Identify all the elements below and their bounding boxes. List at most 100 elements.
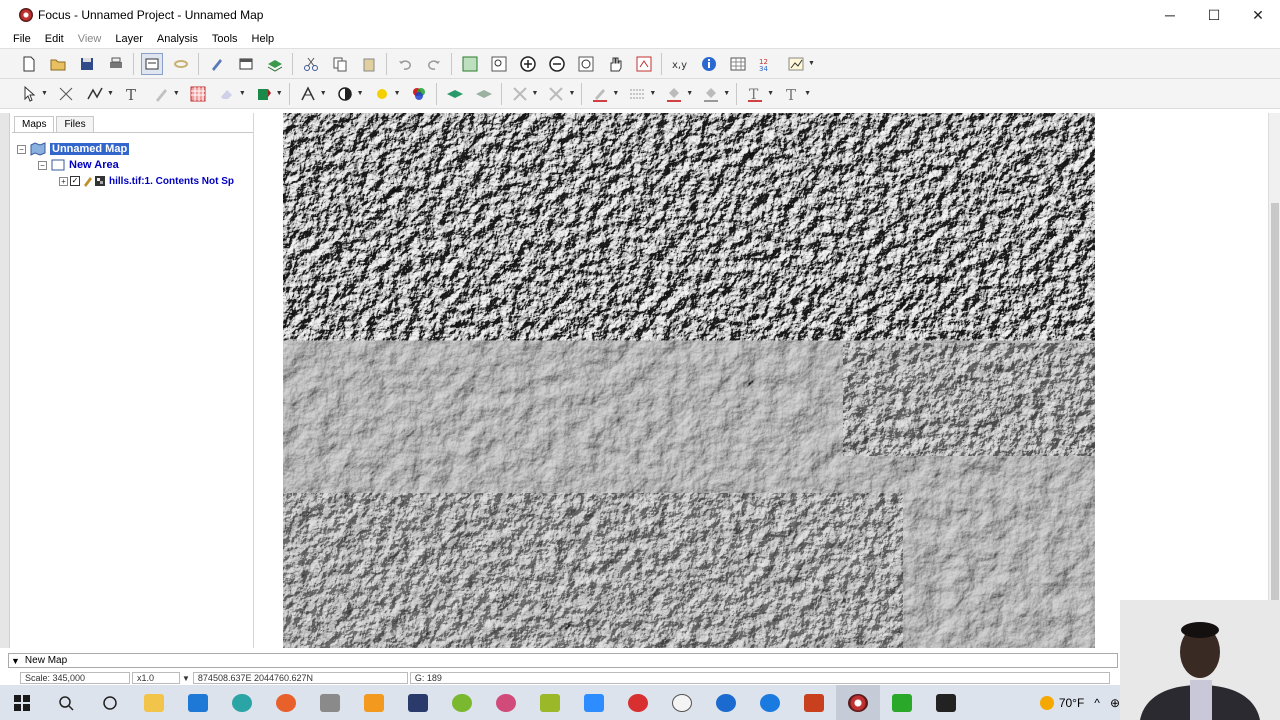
rgb-icon[interactable] [408,83,430,105]
grid-icon[interactable] [187,83,209,105]
chevron-down-icon[interactable]: ▼ [649,90,656,97]
tree-node-map[interactable]: − Unnamed Map [12,141,253,157]
chevron-down-icon[interactable]: ▼ [532,90,539,97]
c-icon[interactable] [924,685,968,720]
menu-analysis[interactable]: Analysis [151,33,204,45]
text-style-icon[interactable]: T [781,83,803,105]
weather-temperature[interactable]: 70°F [1059,696,1084,710]
chevron-down-icon[interactable]: ▼ [723,90,730,97]
windows-start-button[interactable] [0,685,44,720]
menu-edit[interactable]: Edit [39,33,70,45]
app-icon[interactable] [396,685,440,720]
app-icon[interactable] [528,685,572,720]
zoom-icon[interactable] [572,685,616,720]
measure-icon[interactable] [297,83,319,105]
zoom-window-icon[interactable] [488,53,510,75]
chevron-down-icon[interactable]: ▼ [394,90,401,97]
menu-help[interactable]: Help [246,33,281,45]
polyline-icon[interactable] [84,83,106,105]
layer-green-icon[interactable] [444,83,466,105]
text-color-icon[interactable]: T [744,83,766,105]
zoom-selection-icon[interactable] [575,53,597,75]
chevron-down-icon[interactable]: ▼ [11,656,20,666]
layers-icon[interactable] [264,53,286,75]
map-view[interactable] [256,113,1266,648]
info-icon[interactable] [698,53,720,75]
collapse-icon[interactable]: − [38,160,47,170]
tree-node-layer[interactable]: + ✓ hills.tif:1. Contents Not Sp [12,173,253,189]
fill-color-icon[interactable] [253,83,275,105]
app-icon[interactable] [748,685,792,720]
tree-node-area[interactable]: − New Area [12,157,253,173]
pan-hand-icon[interactable] [604,53,626,75]
paste-icon[interactable] [358,53,380,75]
green-icon[interactable] [440,685,484,720]
contrast-icon[interactable] [334,83,356,105]
chevron-down-icon[interactable]: ▼ [173,90,180,97]
zoom-in-icon[interactable] [517,53,539,75]
refresh-map-icon[interactable] [633,53,655,75]
chevron-down-icon[interactable]: ▼ [320,90,327,97]
firefox-icon[interactable] [264,685,308,720]
chevron-down-icon[interactable]: ▼ [804,90,811,97]
cut-icon[interactable] [300,53,322,75]
tab-maps[interactable]: Maps [14,116,55,132]
collapse-icon[interactable]: − [17,144,26,154]
layout-icon[interactable] [141,52,163,75]
text-tool-icon[interactable]: T [121,83,143,105]
undo-icon[interactable] [394,53,416,75]
brush-icon[interactable] [150,83,172,105]
focus-icon[interactable] [836,685,880,720]
chart-tool-icon[interactable] [785,53,807,75]
line-style-icon[interactable] [626,83,648,105]
powerpoint-icon[interactable] [792,685,836,720]
cortana-icon[interactable] [88,685,132,720]
chevron-down-icon[interactable]: ▼ [107,90,114,97]
pen-color-icon[interactable] [589,83,611,105]
chevron-down-icon[interactable]: ▼ [357,90,364,97]
fill-bucket-icon[interactable] [663,83,685,105]
layer-gray-icon[interactable] [473,83,495,105]
green-c-icon[interactable] [880,685,924,720]
print-icon[interactable] [105,53,127,75]
tab-files[interactable]: Files [56,116,94,132]
copy-icon[interactable] [329,53,351,75]
chevron-down-icon[interactable]: ▼ [568,90,575,97]
pointer-icon[interactable] [18,83,40,105]
expand-icon[interactable]: + [59,176,68,186]
sun-icon[interactable] [371,83,393,105]
globe-icon[interactable] [220,685,264,720]
sort-icon[interactable]: 12 34 [756,53,778,75]
app-icon[interactable] [704,685,748,720]
save-icon[interactable] [76,53,98,75]
chevron-down-icon[interactable]: ▼ [767,90,774,97]
open-folder-icon[interactable] [47,53,69,75]
app-icon[interactable] [308,685,352,720]
chevron-down-icon[interactable]: ▼ [612,90,619,97]
menu-file[interactable]: File [7,33,37,45]
window-icon[interactable] [235,53,257,75]
weather-icon[interactable] [1039,695,1054,710]
eraser-icon[interactable] [216,83,238,105]
app-icon[interactable] [660,685,704,720]
minimize-button[interactable]: ─ [1148,0,1192,30]
lm-icon[interactable] [352,685,396,720]
new-file-icon[interactable] [18,53,40,75]
maximize-button[interactable]: ☐ [1192,0,1236,30]
coordinate-icon[interactable]: x,y [669,53,691,75]
vector-tool-icon[interactable] [545,83,567,105]
file-explorer-icon[interactable] [132,685,176,720]
zoom-extent-icon[interactable] [459,53,481,75]
network-icon[interactable]: ⊕ [1110,696,1120,710]
chevron-down-icon[interactable]: ▼ [808,60,815,67]
link-icon[interactable] [170,53,192,75]
chevron-up-icon[interactable]: ^ [1094,696,1100,710]
tree-label-layer[interactable]: hills.tif:1. Contents Not Sp [109,176,234,187]
redo-icon[interactable] [423,53,445,75]
map-selector-bar[interactable]: ▼ New Map [8,653,1118,668]
menu-layer[interactable]: Layer [109,33,149,45]
tree-label-area[interactable]: New Area [69,159,119,171]
edge-icon[interactable] [484,685,528,720]
menu-tools[interactable]: Tools [206,33,244,45]
zoom-out-icon[interactable] [546,53,568,75]
